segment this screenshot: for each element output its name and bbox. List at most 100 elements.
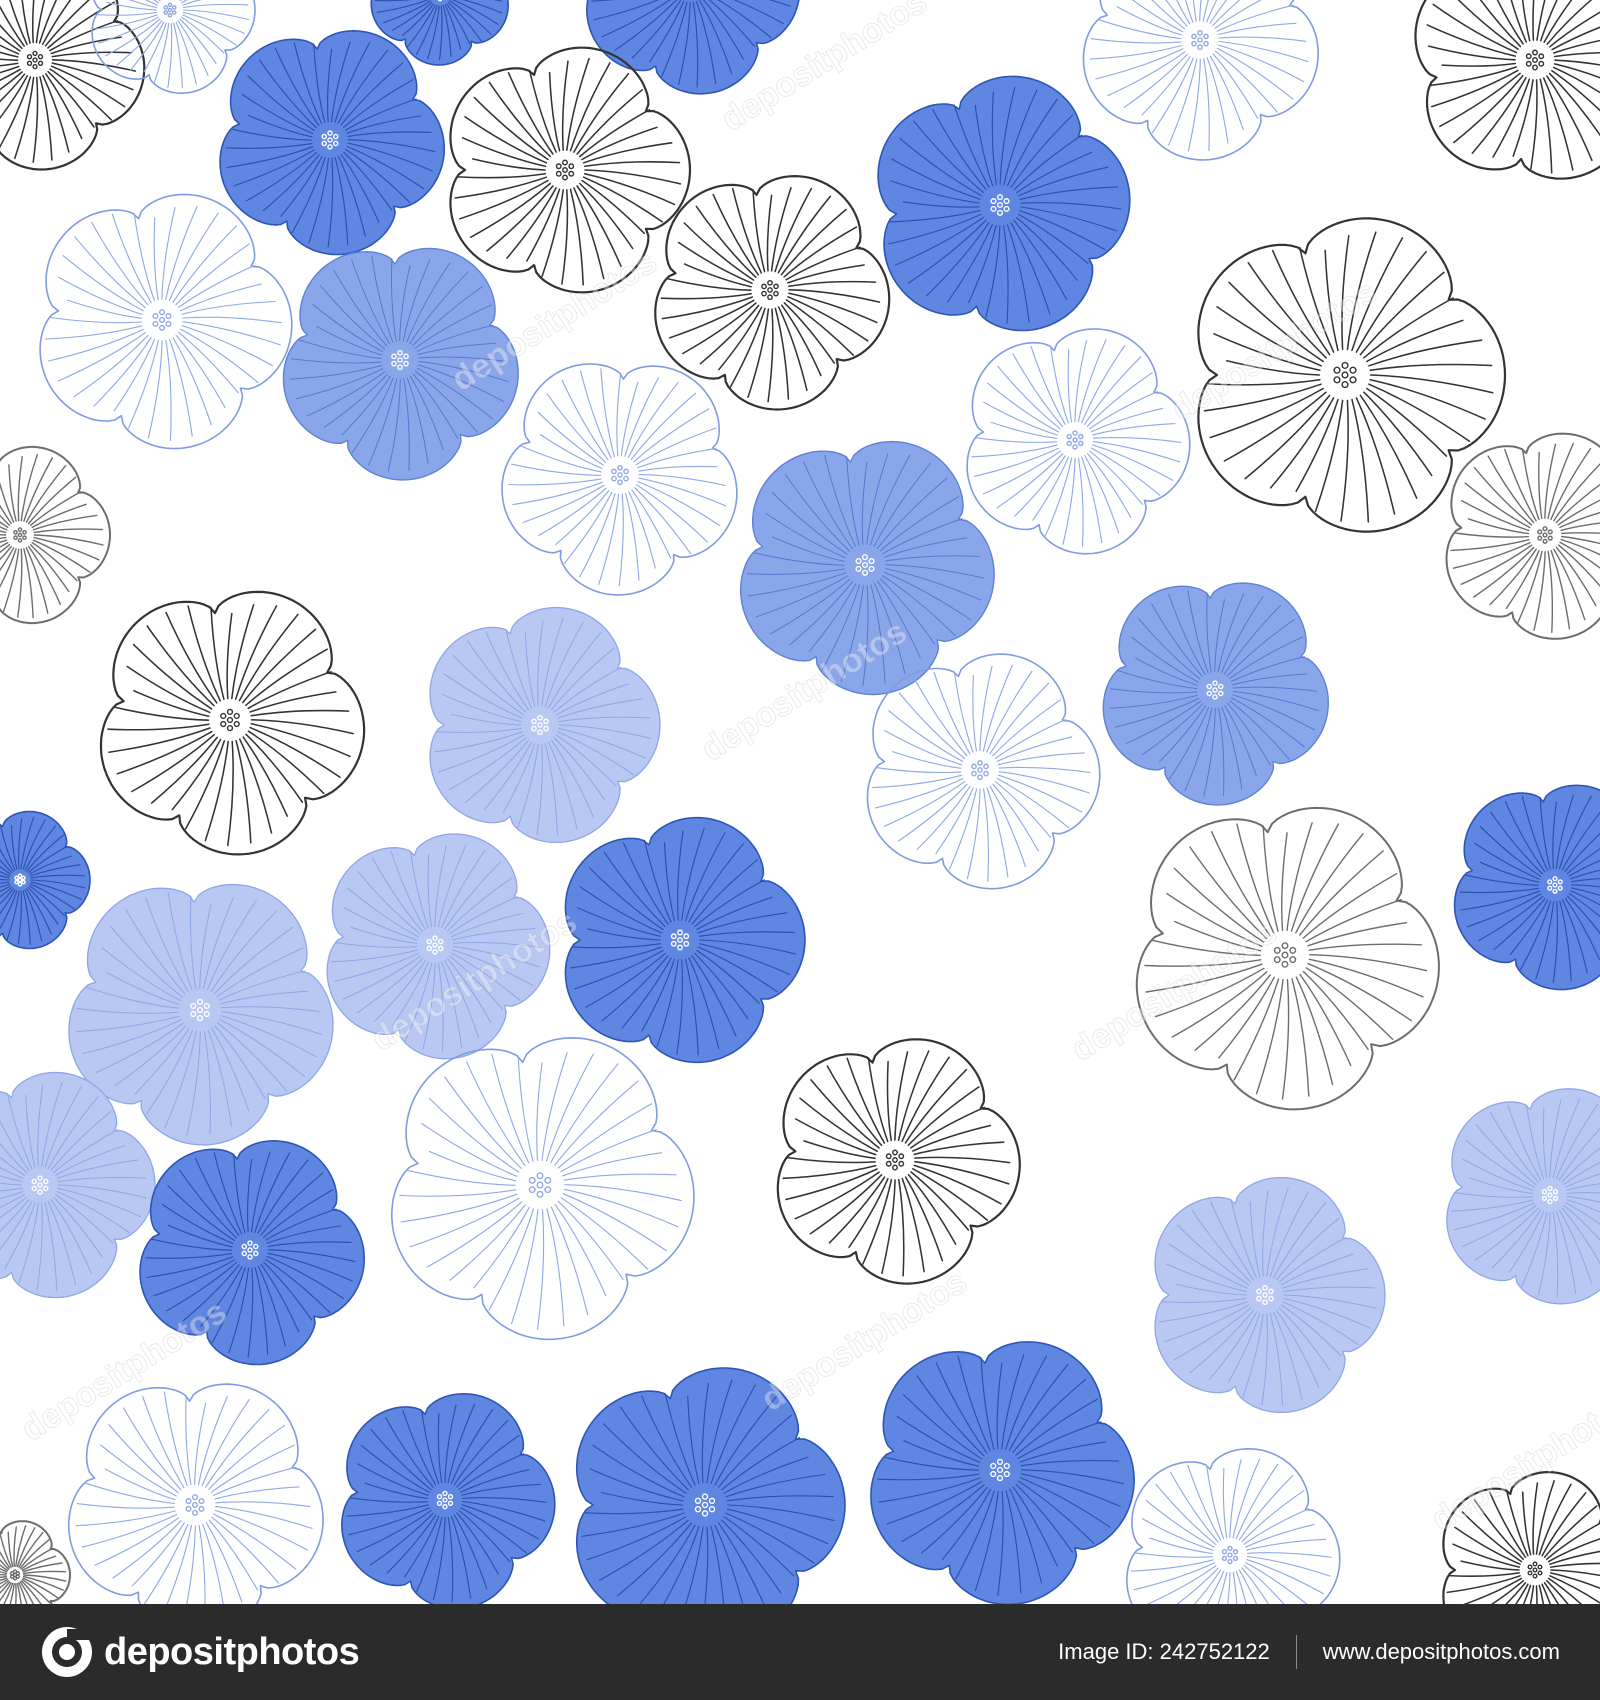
image-meta: Image ID: 242752122 www.depositphotos.co… bbox=[1058, 1634, 1560, 1670]
petal-line bbox=[1192, 0, 1197, 22]
petal-line bbox=[1281, 832, 1288, 931]
petal-line bbox=[783, 302, 836, 364]
petal-line bbox=[583, 161, 681, 168]
petal-line bbox=[511, 463, 602, 476]
flower-shape bbox=[966, 328, 1191, 555]
petal-line bbox=[1209, 55, 1244, 131]
petal-line bbox=[178, 331, 239, 394]
petal-line bbox=[1187, 58, 1201, 152]
flower-shape bbox=[1446, 1088, 1600, 1305]
petal-line bbox=[910, 1106, 986, 1149]
petal-line bbox=[107, 723, 210, 731]
petal-line bbox=[550, 1206, 589, 1316]
petal-line bbox=[1546, 0, 1593, 45]
petal-line bbox=[994, 780, 1052, 838]
petal-line bbox=[560, 1129, 657, 1173]
petal-line bbox=[1340, 399, 1349, 522]
petal-line bbox=[15, 1525, 27, 1567]
petal-line bbox=[32, 514, 98, 531]
petal-line bbox=[884, 730, 963, 766]
flower-shape bbox=[0, 810, 91, 950]
petal-line bbox=[1202, 0, 1209, 22]
petal-line bbox=[1359, 394, 1418, 499]
petal-line bbox=[1246, 1555, 1331, 1577]
petal-line bbox=[555, 490, 610, 546]
petal-line bbox=[400, 1193, 518, 1223]
petal-line bbox=[794, 1171, 880, 1220]
petal-line bbox=[204, 740, 229, 842]
flower-center bbox=[878, 1143, 912, 1177]
petal-line bbox=[429, 1150, 517, 1182]
petal-line bbox=[1286, 822, 1313, 931]
petal-line bbox=[1560, 522, 1600, 531]
flower-center bbox=[548, 153, 582, 187]
petal-line bbox=[45, 325, 143, 340]
flower-shape bbox=[575, 1367, 846, 1604]
petal-line bbox=[539, 434, 603, 469]
petal-line bbox=[1243, 1508, 1310, 1545]
petal-line bbox=[169, 338, 193, 437]
petal-line bbox=[1255, 979, 1284, 1095]
petal-line bbox=[561, 189, 569, 285]
petal-line bbox=[1369, 378, 1486, 420]
petal-line bbox=[14, 76, 35, 160]
flower-shape bbox=[0, 1071, 156, 1299]
petal-line bbox=[767, 308, 774, 403]
petal-line bbox=[1089, 391, 1158, 430]
petal-line bbox=[983, 788, 989, 882]
flower-center bbox=[524, 709, 556, 741]
petal-line bbox=[997, 752, 1085, 766]
flower-shape bbox=[870, 1341, 1135, 1604]
petal-line bbox=[0, 545, 12, 561]
petal-line bbox=[992, 699, 1062, 757]
petal-line bbox=[185, 1394, 192, 1486]
petal-line bbox=[994, 718, 1067, 759]
petal-line bbox=[31, 0, 35, 44]
petal-line bbox=[507, 72, 554, 155]
petal-line bbox=[982, 664, 1013, 752]
petal-line bbox=[459, 179, 549, 220]
petal-line bbox=[1095, 48, 1184, 80]
site-url[interactable]: www.depositphotos.com bbox=[1323, 1639, 1560, 1665]
petal-line bbox=[637, 447, 717, 469]
petal-line bbox=[182, 3, 249, 9]
flower-outline bbox=[1414, 0, 1600, 180]
flower-shape bbox=[67, 1383, 324, 1604]
petal-line bbox=[166, 1524, 193, 1604]
petal-line bbox=[1187, 1464, 1222, 1541]
petal-line bbox=[111, 213, 152, 303]
petal-line bbox=[1092, 436, 1182, 443]
petal-line bbox=[508, 478, 602, 486]
petal-line bbox=[638, 474, 726, 487]
flower-center bbox=[1518, 43, 1552, 77]
flower-center bbox=[1215, 1540, 1245, 1570]
petal-line bbox=[660, 292, 752, 300]
watermark-footer: depositphotos Image ID: 242752122 www.de… bbox=[0, 1604, 1600, 1700]
petal-line bbox=[2, 548, 20, 613]
flower-outline bbox=[575, 1367, 846, 1604]
petal-line bbox=[21, 1555, 57, 1572]
petal-line bbox=[780, 304, 822, 377]
petal-line bbox=[561, 379, 609, 461]
petal-line bbox=[1067, 348, 1073, 423]
flower-center bbox=[1184, 24, 1216, 56]
petal-line bbox=[972, 675, 977, 752]
petal-line bbox=[785, 246, 861, 281]
petal-line bbox=[1430, 69, 1519, 108]
petal-line bbox=[1307, 922, 1408, 947]
petal-line bbox=[1098, 19, 1182, 40]
flower-center bbox=[1541, 871, 1569, 899]
petal-line bbox=[1521, 448, 1540, 521]
flower-shape bbox=[1135, 806, 1440, 1111]
petal-line bbox=[1299, 850, 1384, 936]
petal-line bbox=[131, 1522, 185, 1587]
petal-line bbox=[1232, 1571, 1238, 1604]
petal-line bbox=[1092, 423, 1176, 436]
petal-line bbox=[1363, 391, 1433, 477]
camera-logo-icon bbox=[42, 1627, 92, 1677]
petal-line bbox=[1218, 40, 1309, 63]
petal-line bbox=[108, 727, 211, 753]
petal-line bbox=[563, 1173, 677, 1181]
flower-shape bbox=[1154, 1176, 1386, 1414]
petal-line bbox=[167, 22, 173, 89]
